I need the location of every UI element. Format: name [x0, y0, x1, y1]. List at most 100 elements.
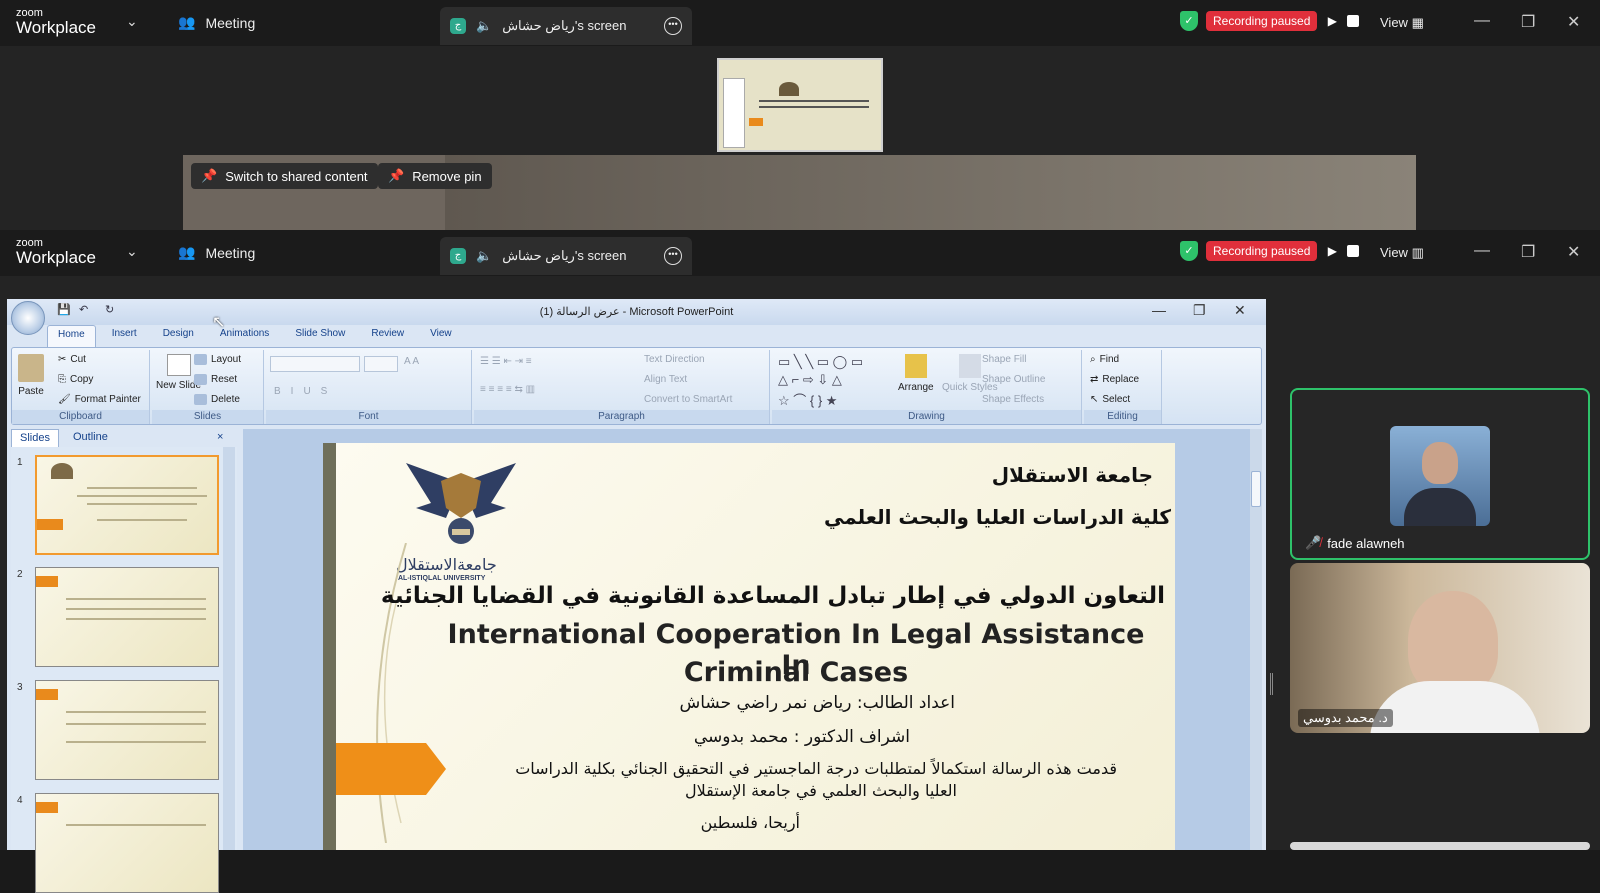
office-button[interactable] — [11, 301, 45, 335]
slide-thumbnail[interactable] — [35, 793, 219, 893]
grow-font-icon[interactable]: A A — [404, 356, 419, 367]
more-icon[interactable]: ••• — [664, 247, 682, 265]
stop-icon[interactable] — [1347, 15, 1360, 27]
view-button[interactable]: View ▦ — [1380, 15, 1424, 31]
mic-muted-icon: 🎤̸ — [1305, 535, 1322, 550]
clipboard-group: Paste ✂ Cut ⎘ Copy 🖌 Format Painter Clipboa… — [12, 350, 150, 424]
text-line — [87, 503, 197, 505]
shape-outline-button[interactable]: Shape Outline — [982, 374, 1045, 385]
zoom-title-bar-upper: zoom Workplace ⌄ 👥 Meeting ج 🔈 رياض حشاش'… — [0, 0, 1600, 46]
pin-icon: 📌 — [388, 168, 405, 183]
slide-thumbnail[interactable] — [35, 455, 219, 555]
slide-thumbnail[interactable] — [35, 680, 219, 780]
redo-icon[interactable]: ↻ — [105, 303, 114, 316]
shape-effects-button[interactable]: Shape Effects — [982, 394, 1044, 405]
cut-button[interactable]: ✂ Cut — [58, 354, 86, 365]
pin-icon: 📌 — [201, 168, 218, 183]
text-direction-button[interactable]: Text Direction — [644, 354, 705, 365]
tab-design[interactable]: Design — [153, 325, 204, 347]
close-icon[interactable]: × — [215, 429, 225, 447]
play-icon[interactable]: ▶ — [1325, 14, 1339, 28]
close-icon[interactable]: ✕ — [1567, 12, 1580, 32]
quick-styles-icon — [958, 354, 981, 378]
view-button[interactable]: View ▥ — [1380, 245, 1424, 261]
minimize-icon[interactable]: — — [1474, 242, 1490, 260]
people-icon: 👥 — [178, 14, 196, 30]
zoom-app-icon: ج — [450, 248, 466, 264]
shape-fill-button[interactable]: Shape Fill — [982, 354, 1026, 365]
copy-button[interactable]: ⎘ Copy — [58, 374, 93, 385]
slides-panel-scrollbar[interactable] — [223, 447, 235, 850]
stop-icon[interactable] — [1347, 245, 1360, 257]
participant-tile-fade-alawneh[interactable]: 🎤̸ fade alawneh — [1290, 388, 1590, 560]
save-icon[interactable]: 💾 — [57, 303, 71, 316]
format-painter-button[interactable]: 🖌 Format Painter — [58, 394, 141, 405]
close-icon[interactable]: ✕ — [1234, 302, 1246, 319]
arrange-button[interactable]: Arrange — [898, 354, 934, 393]
shield-check-icon: ✓ — [1180, 241, 1198, 261]
shapes-gallery-row2: △ ⌐ ⇨ ⇩ △ — [778, 372, 842, 387]
tab-view[interactable]: View — [420, 325, 462, 347]
text-line — [87, 487, 197, 489]
replace-button[interactable]: ⇄ Replace — [1090, 374, 1139, 385]
restore-icon[interactable]: ❐ — [1521, 242, 1535, 262]
tab-slides[interactable]: Slides — [11, 429, 59, 447]
meeting-menu[interactable]: 👥 Meeting — [178, 14, 255, 31]
participant-tile-badousi[interactable]: د. محمد بدوسي — [1290, 563, 1590, 733]
align-icons[interactable]: ≡ ≡ ≡ ≡ ⇆ ▥ — [480, 384, 535, 395]
font-style-buttons[interactable]: BIUS — [274, 386, 337, 397]
more-icon[interactable]: ••• — [664, 17, 682, 35]
close-icon[interactable]: ✕ — [1567, 242, 1580, 262]
reset-button[interactable]: Reset — [194, 374, 237, 385]
tab-outline[interactable]: Outline — [65, 429, 116, 447]
slide-thumbnail[interactable] — [35, 567, 219, 667]
ppt-title-bar: عرض الرسالة (1) - Microsoft PowerPoint — [7, 299, 1266, 325]
text-line — [66, 598, 206, 600]
slides-panel: 1 2 3 4 — [11, 447, 237, 893]
paste-icon — [18, 354, 44, 382]
recording-controls: ✓ Recording paused ▶ — [1180, 241, 1360, 261]
tab-home[interactable]: Home — [47, 325, 96, 347]
slide-canvas[interactable]: جامعةالاستقلال AL-ISTIQLAL UNIVERSITY جا… — [323, 443, 1175, 850]
restore-icon[interactable]: ❐ — [1521, 12, 1535, 32]
font-size-box[interactable] — [364, 356, 398, 372]
remove-pin-button[interactable]: 📌 Remove pin — [378, 163, 492, 189]
minimize-icon[interactable]: — — [1152, 302, 1166, 318]
chevron-down-icon[interactable]: ⌄ — [126, 243, 138, 260]
find-button[interactable]: ⌕ Find — [1090, 354, 1119, 365]
delete-button[interactable]: Delete — [194, 394, 240, 405]
screen-share-tab[interactable]: ج 🔈 رياض حشاش's screen ••• — [440, 237, 692, 275]
align-text-button[interactable]: Align Text — [644, 374, 687, 385]
tab-review[interactable]: Review — [361, 325, 414, 347]
text-line — [66, 723, 206, 725]
scrollbar-thumb[interactable] — [1251, 471, 1261, 507]
delete-icon — [194, 394, 207, 405]
participant-tile-partial[interactable] — [1290, 842, 1590, 850]
tab-insert[interactable]: Insert — [102, 325, 147, 347]
play-icon[interactable]: ▶ — [1325, 244, 1339, 258]
layout-icon — [194, 354, 207, 365]
panel-resize-handle[interactable] — [1270, 673, 1273, 695]
ribbon: Paste ✂ Cut ⎘ Copy 🖌 Format Painter Clipboa… — [11, 347, 1262, 425]
chevron-down-icon[interactable]: ⌄ — [126, 13, 138, 30]
meeting-menu[interactable]: 👥 Meeting — [178, 244, 255, 261]
layout-button[interactable]: Layout — [194, 354, 241, 365]
shapes-gallery[interactable]: ▭ ╲ ╲ ▭ ◯ ▭ — [778, 354, 863, 370]
minimize-icon[interactable]: — — [1474, 12, 1490, 30]
restore-icon[interactable]: ❐ — [1193, 302, 1206, 319]
shared-content-thumbnail[interactable] — [717, 58, 883, 152]
editor-scrollbar[interactable] — [1250, 429, 1262, 850]
switch-to-shared-content-button[interactable]: 📌 Switch to shared content — [191, 163, 378, 189]
speaker-icon[interactable]: 🔈 — [476, 18, 492, 34]
undo-icon[interactable]: ↶ — [79, 303, 88, 316]
select-button[interactable]: ↖ Select — [1090, 394, 1130, 405]
text-line — [66, 824, 206, 826]
paste-button[interactable]: Paste — [18, 354, 44, 397]
slides-group: New Slide Layout Reset Delete Slides — [152, 350, 264, 424]
screen-share-tab[interactable]: ج 🔈 رياض حشاش's screen ••• — [440, 7, 692, 45]
font-name-box[interactable] — [270, 356, 360, 372]
convert-smartart-button[interactable]: Convert to SmartArt — [644, 394, 732, 405]
speaker-icon[interactable]: 🔈 — [476, 248, 492, 264]
bullets-icon[interactable]: ☰ ☰ ⇤ ⇥ ≡ — [480, 356, 532, 367]
tab-slide-show[interactable]: Slide Show — [285, 325, 355, 347]
